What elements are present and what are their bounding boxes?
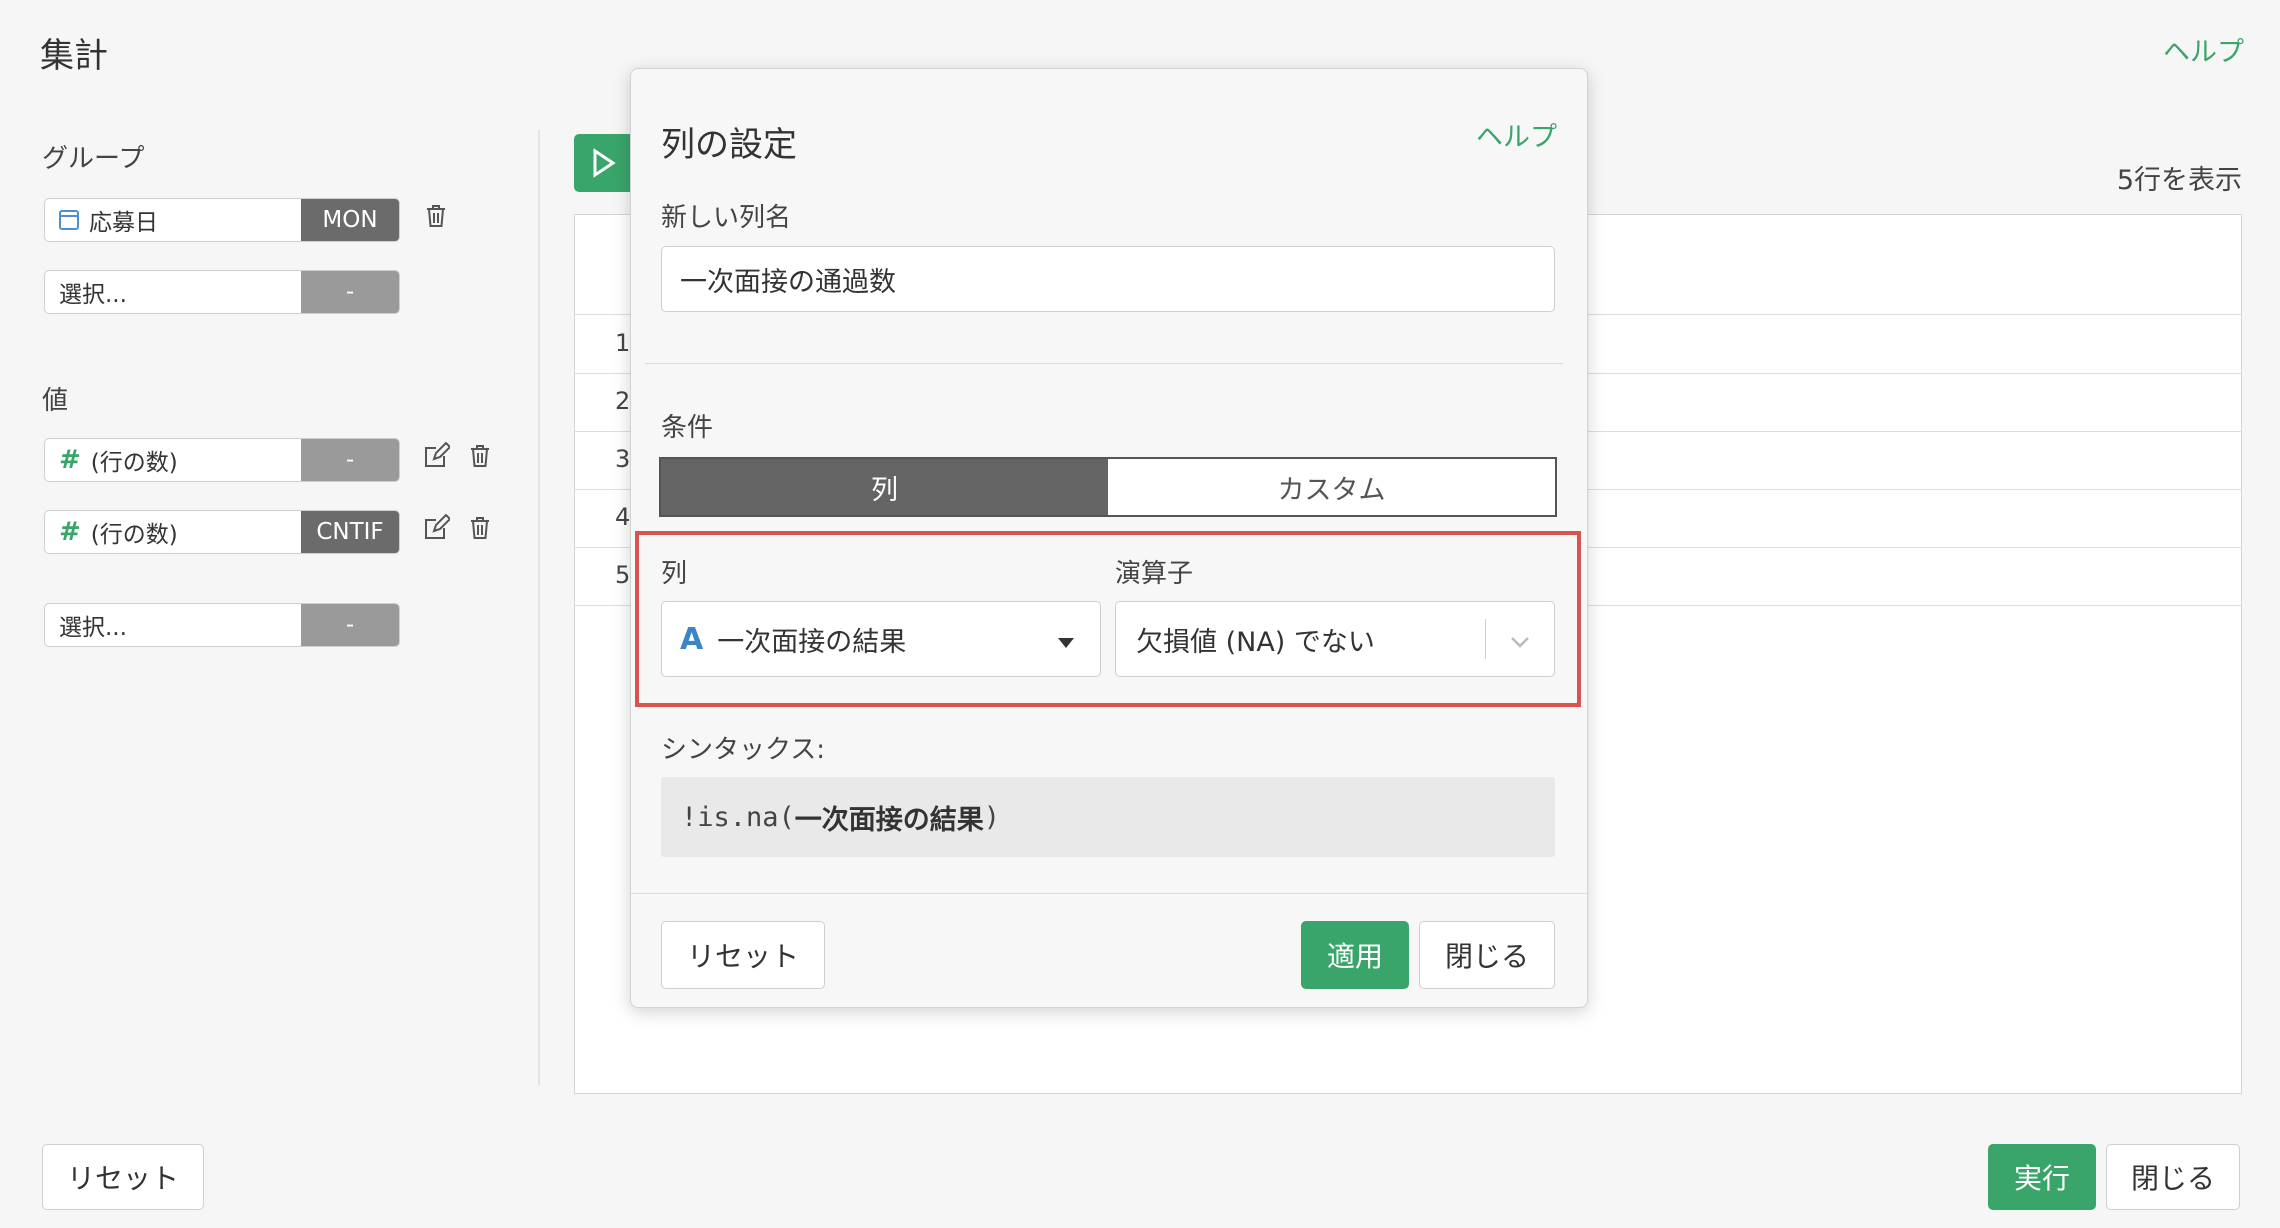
number-icon: # xyxy=(59,517,81,547)
syntax-column: 一次面接の結果 xyxy=(794,804,984,836)
group-item-tag[interactable]: MON xyxy=(301,199,399,241)
caret-down-icon xyxy=(1058,624,1074,655)
preview-run-button[interactable] xyxy=(574,134,634,192)
dialog-title: 列の設定 xyxy=(661,125,797,165)
group-select-label: 選択... xyxy=(59,282,127,308)
column-select-value: 一次面接の結果 xyxy=(717,626,907,658)
chevron-down-icon xyxy=(1510,624,1530,655)
syntax-prefix: !is.na( xyxy=(681,801,795,833)
group-item-label: 応募日 xyxy=(89,210,158,236)
condition-label: 条件 xyxy=(661,413,714,443)
dialog-close-button[interactable]: 閉じる xyxy=(1419,921,1555,989)
play-icon xyxy=(593,148,616,178)
number-icon: # xyxy=(59,445,81,475)
edit-icon[interactable] xyxy=(420,440,452,472)
row-number: 3 xyxy=(615,445,631,473)
operator-label: 演算子 xyxy=(1115,559,1194,589)
dialog-help-link[interactable]: ヘルプ xyxy=(1476,115,1557,154)
row-number: 2 xyxy=(615,387,631,415)
page-title: 集計 xyxy=(40,36,108,76)
rows-count: 5行を表示 xyxy=(2116,165,2242,196)
value-select[interactable]: 選択... - xyxy=(44,603,400,647)
syntax-preview: !is.na( 一次面接の結果 ) xyxy=(661,777,1555,857)
tab-custom[interactable]: カスタム xyxy=(1108,459,1555,515)
column-select[interactable]: A 一次面接の結果 xyxy=(661,601,1101,677)
column-settings-dialog: 列の設定 ヘルプ 新しい列名 一次面接の通過数 条件 列 カスタム 列 演算子 … xyxy=(630,68,1588,1008)
row-number: 5 xyxy=(615,561,631,589)
group-select[interactable]: 選択... - xyxy=(44,270,400,314)
group-item-date[interactable]: 応募日 MON xyxy=(44,198,400,242)
syntax-label: シンタックス: xyxy=(661,735,825,765)
panel-divider xyxy=(538,130,540,1085)
apply-button[interactable]: 適用 xyxy=(1301,921,1409,989)
divider xyxy=(631,893,1587,894)
help-link[interactable]: ヘルプ xyxy=(2163,30,2244,69)
divider xyxy=(645,363,1563,364)
dialog-reset-button[interactable]: リセット xyxy=(661,921,825,989)
edit-icon[interactable] xyxy=(420,512,452,544)
value-section-label: 値 xyxy=(42,386,69,416)
trash-icon[interactable] xyxy=(464,512,496,544)
calendar-icon xyxy=(59,210,79,230)
value-item-countif[interactable]: # (行の数) CNTIF xyxy=(44,510,400,554)
value-item-tag[interactable]: - xyxy=(301,439,399,481)
select-separator xyxy=(1485,619,1486,659)
reset-button[interactable]: リセット xyxy=(42,1144,204,1210)
row-number: 4 xyxy=(615,503,631,531)
operator-select[interactable]: 欠損値 (NA) でない xyxy=(1115,601,1555,677)
column-label: 列 xyxy=(661,559,688,589)
value-item-label: (行の数) xyxy=(90,522,178,548)
group-section-label: グループ xyxy=(42,144,145,174)
row-number: 1 xyxy=(615,329,631,357)
group-select-tag[interactable]: - xyxy=(301,271,399,313)
condition-mode-toggle: 列 カスタム xyxy=(659,457,1557,517)
value-item-label: (行の数) xyxy=(90,450,178,476)
tab-column[interactable]: 列 xyxy=(661,459,1108,515)
value-select-tag[interactable]: - xyxy=(301,604,399,646)
close-button[interactable]: 閉じる xyxy=(2106,1144,2240,1210)
run-button[interactable]: 実行 xyxy=(1988,1144,2096,1210)
trash-icon[interactable] xyxy=(420,200,452,232)
text-type-icon: A xyxy=(680,621,704,657)
syntax-suffix: ) xyxy=(983,801,1001,833)
value-item-count[interactable]: # (行の数) - xyxy=(44,438,400,482)
operator-select-value: 欠損値 (NA) でない xyxy=(1136,626,1375,658)
new-name-input[interactable]: 一次面接の通過数 xyxy=(661,246,1555,312)
value-select-label: 選択... xyxy=(59,615,127,641)
trash-icon[interactable] xyxy=(464,440,496,472)
value-item-tag[interactable]: CNTIF xyxy=(301,511,399,553)
new-name-label: 新しい列名 xyxy=(661,203,792,233)
